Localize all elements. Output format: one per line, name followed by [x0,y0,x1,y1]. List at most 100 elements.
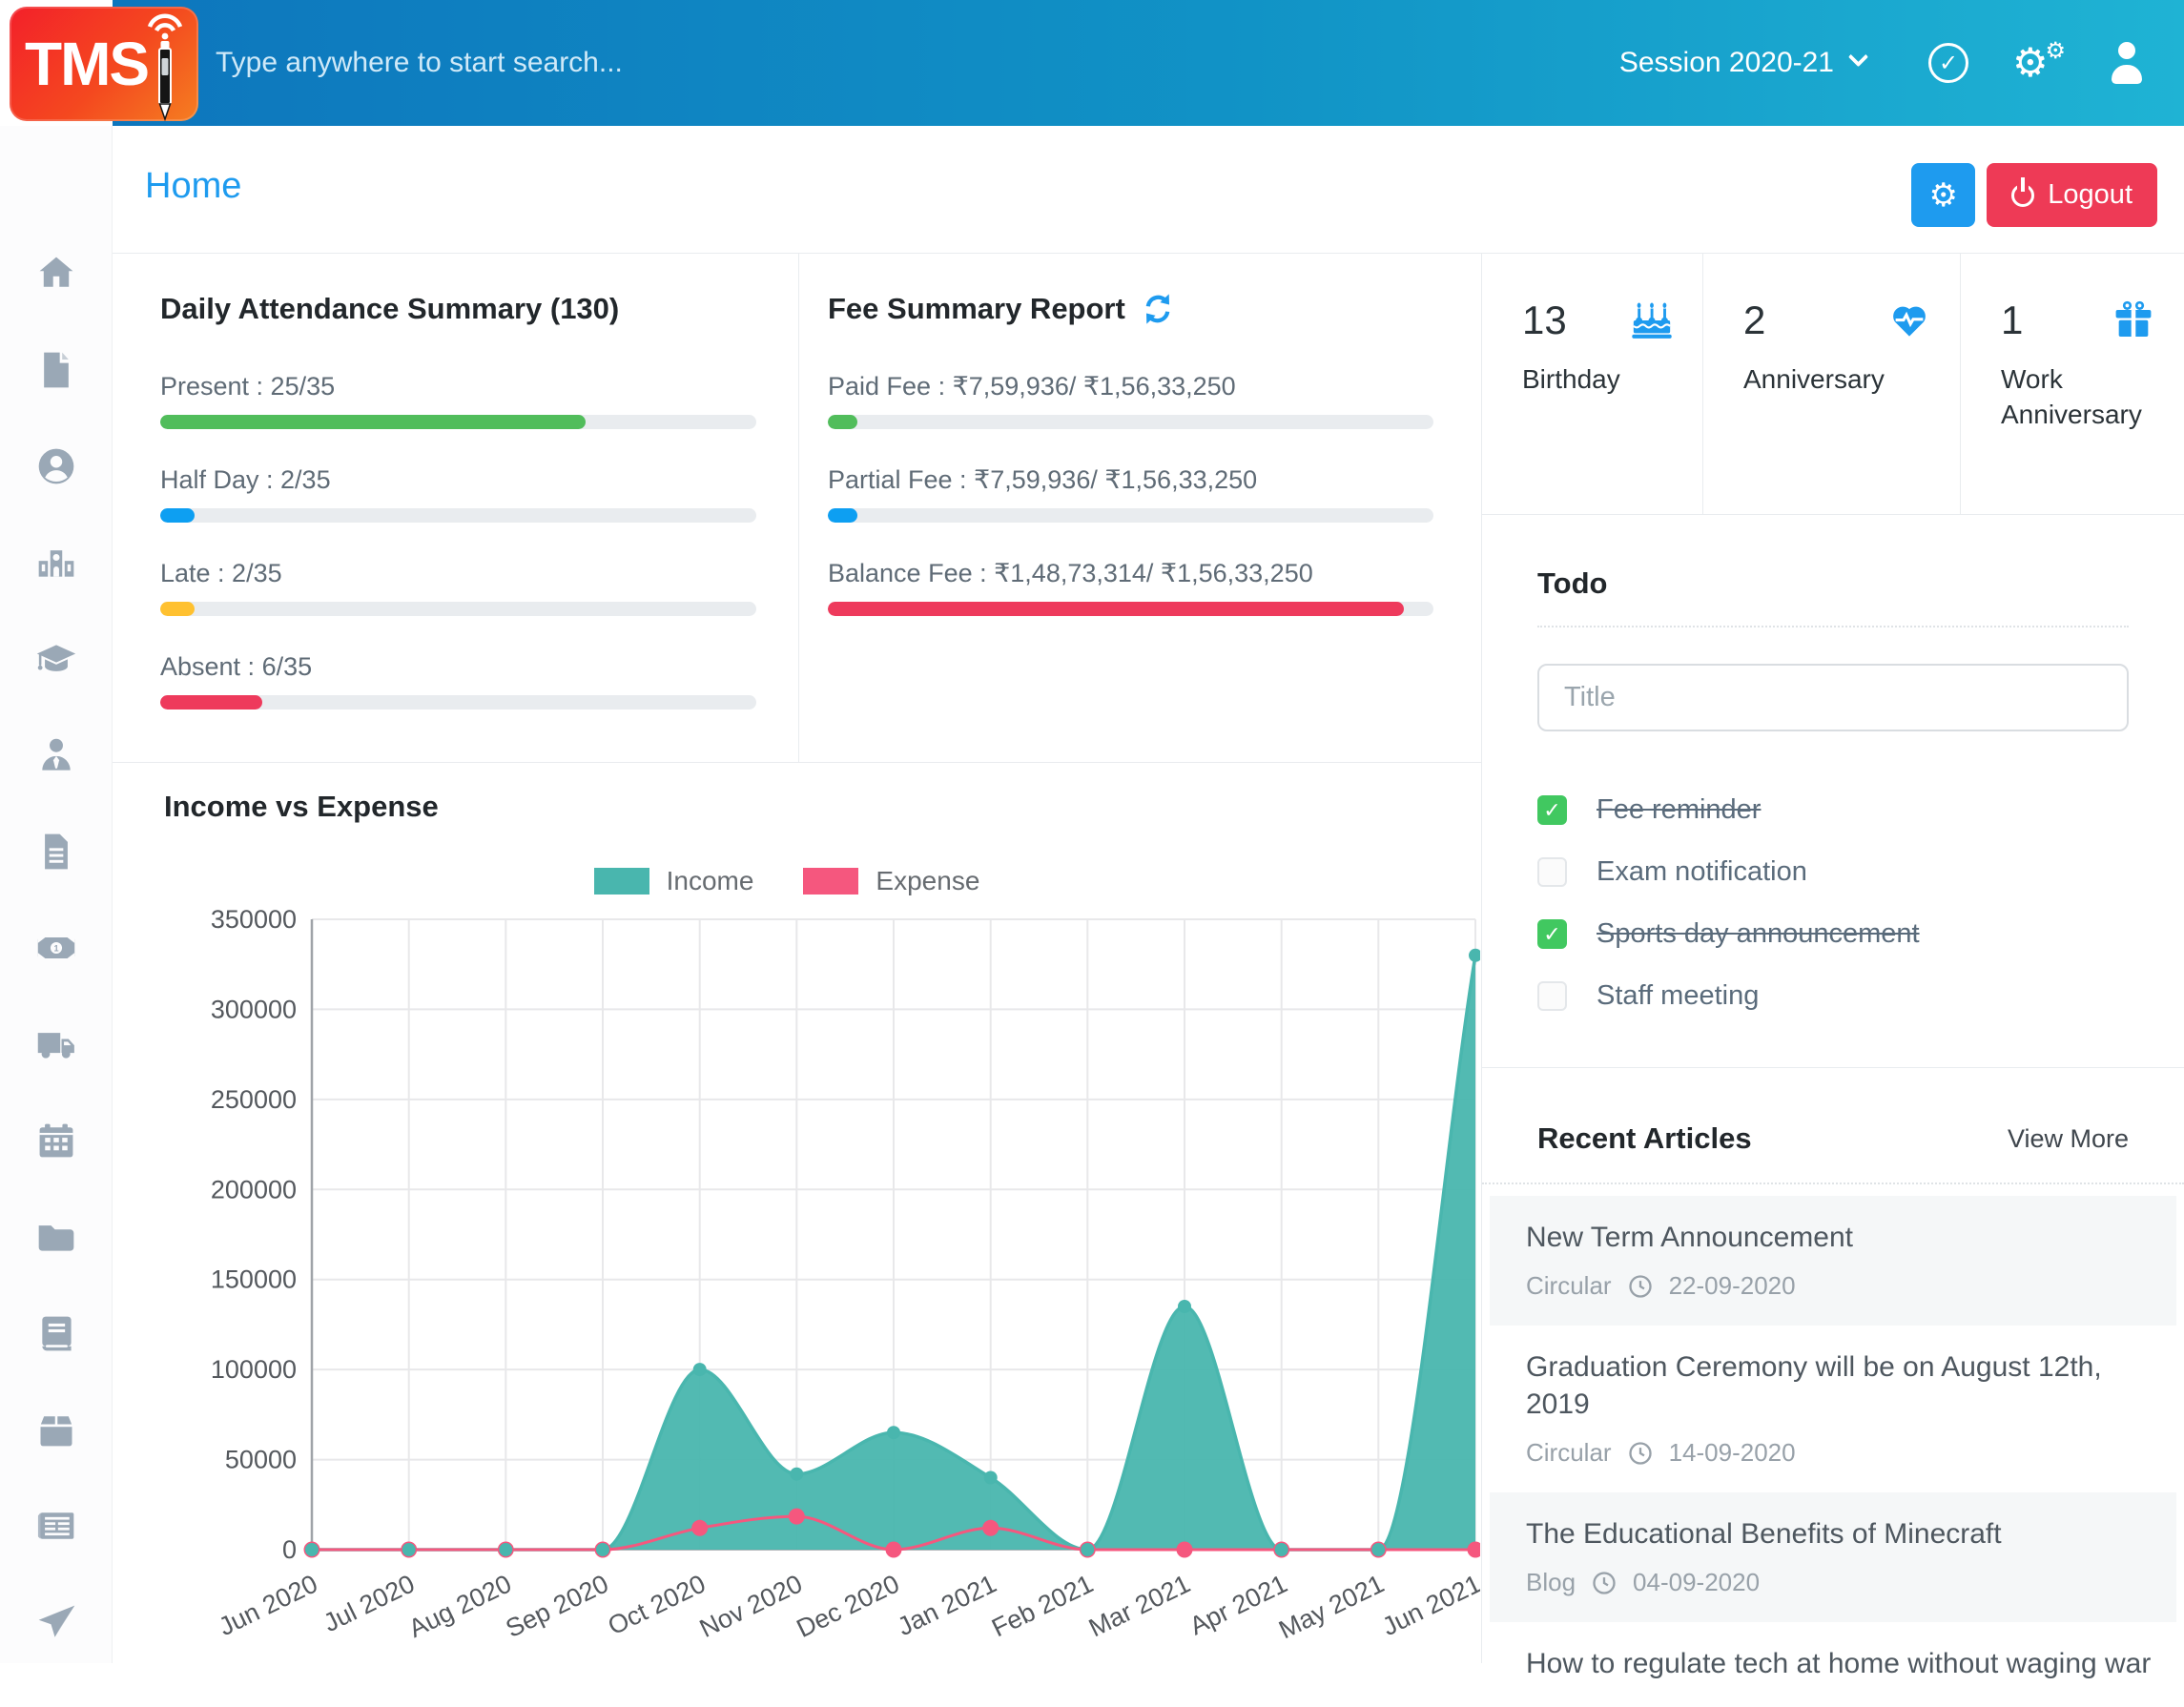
checkbox[interactable] [1537,981,1567,1011]
sidebar-item-documents[interactable] [35,1216,77,1258]
article-date: 22-09-2020 [1669,1271,1796,1301]
calendar-icon [35,1120,77,1162]
school-icon [35,542,77,584]
sidebar-item-inventory[interactable] [35,1409,77,1450]
sidebar-item-news[interactable] [35,1505,77,1547]
box-icon [35,1409,77,1450]
sidebar-item-calendar[interactable] [35,1120,77,1162]
app-logo[interactable]: TMS [10,7,198,121]
svg-text:Aug 2020: Aug 2020 [404,1569,516,1643]
svg-text:0: 0 [282,1535,297,1564]
svg-text:200000: 200000 [211,1175,297,1203]
staff-icon [35,734,77,776]
document-icon [35,831,77,873]
article-category: Circular [1526,1438,1612,1468]
logout-button[interactable]: Logout [1987,163,2157,227]
svg-text:350000: 350000 [211,905,297,934]
article-date: 14-09-2020 [1669,1438,1796,1468]
todo-item: Exam notification [1537,841,2129,903]
expense-legend-swatch [803,868,858,895]
svg-text:Apr 2021: Apr 2021 [1185,1569,1292,1640]
todo-panel: Todo ✓ Fee reminder Exam notification ✓ … [1482,515,2184,1068]
svg-text:Jan 2021: Jan 2021 [893,1569,1000,1641]
expense-legend-label: Expense [876,866,979,896]
work-anniversary-stat: 1 Work Anniversary [1961,254,2184,514]
heartbeat-icon [1887,298,1931,341]
gift-icon [2112,298,2155,341]
svg-text:May 2021: May 2021 [1274,1569,1389,1644]
newspaper-icon [35,1505,77,1547]
checkbox[interactable]: ✓ [1537,919,1567,949]
income-expense-section: Income vs Expense Income Expense 0 50000 1… [113,763,1481,1663]
settings-button[interactable]: ⚙ [1911,163,1975,227]
svg-text:Sep 2020: Sep 2020 [502,1569,613,1643]
chart-title: Income vs Expense [164,790,1481,824]
work-anniversary-count: 1 [2001,298,2023,343]
sidebar-item-reports[interactable] [35,831,77,873]
session-selector[interactable]: Session 2020-21 [1619,47,1865,79]
logo-text: TMS [25,29,148,99]
sidebar-item-school[interactable] [35,542,77,584]
folder-icon [35,1216,77,1258]
article-row[interactable]: New Term Announcement Circular 22-09-202… [1490,1196,2176,1326]
check-circle-icon[interactable]: ✓ [1928,43,1968,83]
svg-text:Feb 2021: Feb 2021 [987,1569,1098,1642]
user-icon[interactable] [2106,42,2148,84]
birthday-stat: 13 Birthday [1482,254,1703,514]
book-icon [35,1312,77,1354]
article-row[interactable]: Graduation Ceremony will be on August 12… [1490,1326,2176,1492]
svg-text:50000: 50000 [225,1446,297,1474]
file-icon [35,349,77,391]
truck-icon [35,1023,77,1065]
user-circle-icon [35,445,77,487]
gears-icon[interactable]: ⚙⚙ [2012,41,2062,85]
page-header: Home ⚙ Logout [113,126,2184,254]
sidebar-item-home[interactable] [35,253,77,295]
refresh-icon[interactable] [1141,292,1175,326]
sidebar-item-send[interactable] [35,1601,77,1643]
article-category: Blog [1526,1568,1576,1597]
pen-wifi-icon [143,10,187,123]
article-row[interactable]: How to regulate tech at home without wag… [1490,1622,2176,1707]
sidebar-item-staff[interactable] [35,734,77,776]
graduation-cap-icon [35,638,77,680]
svg-text:Jun 2021: Jun 2021 [1378,1569,1480,1641]
page-title: Home [145,166,241,207]
clock-icon [1591,1570,1617,1596]
svg-text:Dec 2020: Dec 2020 [793,1569,904,1643]
gear-icon: ⚙ [1929,176,1958,215]
view-more-link[interactable]: View More [2008,1124,2129,1154]
anniversary-stat: 2 Anniversary [1703,254,1961,514]
svg-text:Jun 2020: Jun 2020 [215,1569,322,1641]
session-label: Session 2020-21 [1619,47,1834,79]
stats-row: 13 Birthday 2 [1482,254,2184,515]
checkbox[interactable] [1537,857,1567,887]
sidebar-item-academics[interactable] [35,638,77,680]
fee-bar-partial: Partial Fee : ₹7,59,936/ ₹1,56,33,250 [828,465,1433,523]
svg-text:Jul 2020: Jul 2020 [319,1569,419,1637]
sidebar-item-pages[interactable] [35,349,77,391]
sidebar: 1 [0,126,113,1663]
search-input[interactable] [216,47,1619,79]
sidebar-item-profile[interactable] [35,445,77,487]
income-expense-chart: 0500001000001500002000002500003000003500… [164,900,1480,1663]
power-icon [2011,184,2034,207]
anniversary-count: 2 [1743,298,1765,343]
svg-text:300000: 300000 [211,995,297,1023]
home-icon [35,253,77,295]
sidebar-item-library[interactable] [35,1312,77,1354]
sidebar-item-transport[interactable] [35,1023,77,1065]
income-legend-label: Income [667,866,754,896]
anniversary-label: Anniversary [1743,362,1931,398]
checkbox[interactable]: ✓ [1537,795,1567,825]
todo-title-input[interactable] [1537,664,2129,731]
attendance-bar-absent: Absent : 6/35 [160,652,756,710]
money-icon: 1 [35,927,77,969]
clock-icon [1627,1440,1654,1467]
article-row[interactable]: The Educational Benefits of Minecraft Bl… [1490,1492,2176,1622]
sidebar-item-fees[interactable]: 1 [35,927,77,969]
article-date: 04-09-2020 [1633,1568,1760,1597]
svg-text:150000: 150000 [211,1265,297,1294]
article-category: Circular [1526,1271,1612,1301]
fee-bar-paid: Paid Fee : ₹7,59,936/ ₹1,56,33,250 [828,372,1433,429]
